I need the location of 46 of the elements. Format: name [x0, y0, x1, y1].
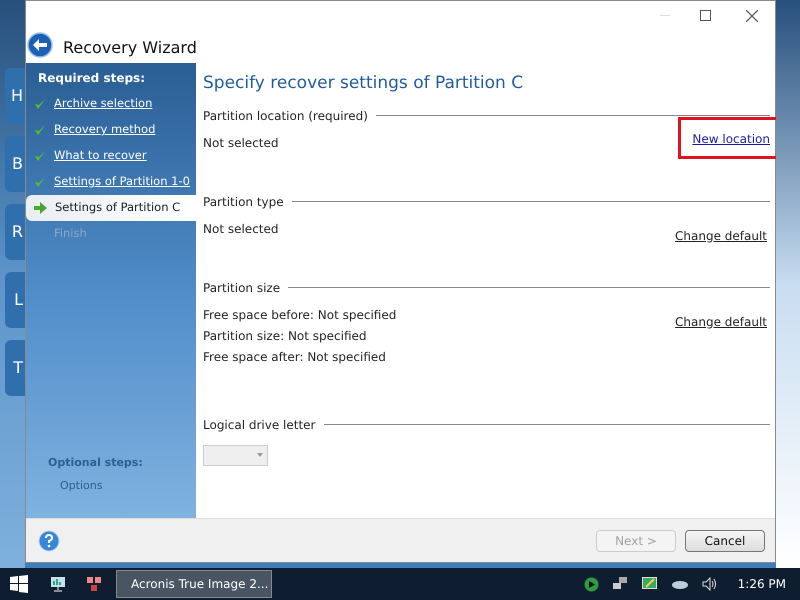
start-icon[interactable]	[10, 575, 28, 593]
app-tile: B	[5, 136, 25, 192]
network-icon[interactable]	[612, 577, 628, 591]
section-value: Not selected	[203, 134, 280, 152]
app-tile: R	[5, 204, 25, 260]
section-title: Partition type	[203, 194, 284, 210]
cancel-button[interactable]: Cancel	[685, 530, 765, 552]
monitor-icon[interactable]	[50, 576, 66, 592]
section-title: Partition location (required)	[203, 108, 368, 124]
section-value: Partition size: Not specified	[203, 328, 368, 344]
speaker-icon[interactable]	[702, 577, 718, 591]
sidebar-heading: Optional steps:	[47, 455, 144, 471]
section-link[interactable]: New location	[692, 132, 770, 146]
app-label: Acronis True Image 2...	[131, 576, 268, 593]
app-tile: T	[5, 340, 25, 396]
help-icon[interactable]	[38, 530, 60, 552]
section-link[interactable]: Change default	[675, 314, 767, 328]
check-icon	[34, 176, 46, 188]
app-tile: L	[5, 272, 25, 328]
maximize-icon[interactable]	[700, 10, 711, 21]
monitor-icon[interactable]	[642, 576, 657, 592]
section-link[interactable]: Change default	[675, 228, 767, 242]
close-icon[interactable]	[746, 10, 758, 22]
step-link[interactable]: Settings of Partition 1-0	[54, 173, 190, 191]
clock: 1:26 PM	[738, 576, 786, 593]
grid-icon[interactable]	[86, 576, 102, 592]
section-title: Logical drive letter	[203, 416, 316, 434]
section-title: Partition size	[203, 280, 280, 296]
app-tile: H	[5, 68, 25, 124]
page-heading: Specify recover settings of Partition C	[203, 72, 524, 95]
section-value: Free space after: Not specified	[203, 348, 387, 366]
check-icon	[34, 150, 46, 162]
window-title: Recovery Wizard	[63, 37, 197, 59]
step-link[interactable]: Recovery method	[54, 121, 156, 139]
sidebar-heading: Required steps:	[37, 70, 146, 87]
step-link[interactable]: Archive selection	[54, 95, 152, 113]
check-icon	[34, 98, 46, 110]
step-link[interactable]: What to recover	[54, 147, 147, 165]
taskbar-app-button[interactable]: Acronis True Image 2...	[116, 570, 272, 598]
back-icon[interactable]	[27, 32, 53, 58]
arrow-icon	[34, 202, 47, 214]
section-value: Free space before: Not specified	[203, 306, 398, 324]
cloud-icon[interactable]	[670, 579, 688, 589]
play-icon[interactable]	[584, 576, 599, 592]
check-icon	[34, 124, 46, 136]
section-value: Not selected	[203, 220, 280, 238]
